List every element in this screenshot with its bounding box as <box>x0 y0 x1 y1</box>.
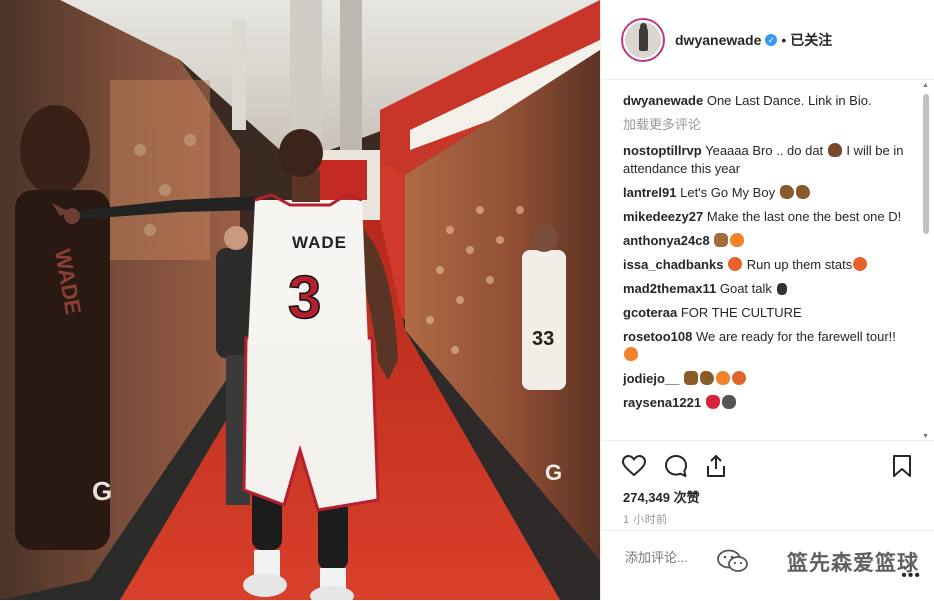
comment-text: Run up them stats <box>746 257 853 272</box>
caption-text: One Last Dance. Link in Bio. <box>706 93 872 108</box>
comment-item: lantrel91 Let's Go My Boy <box>623 184 913 202</box>
post-photo[interactable]: 33 G WADE G WADE 3 <box>0 0 600 600</box>
scroll-up-arrow-icon[interactable]: ▲ <box>922 82 929 89</box>
add-comment-bar: 篮先森爱篮球 ••• <box>601 530 934 601</box>
muscle-emoji-icon <box>779 185 794 199</box>
fire-emoji-icon <box>730 233 745 247</box>
follow-status-button[interactable]: 已关注 <box>790 30 832 50</box>
more-options-icon[interactable]: ••• <box>901 567 921 585</box>
header-username[interactable]: dwyanewade <box>675 32 761 48</box>
comment-item: rosetoo108 We are ready for the farewell… <box>623 328 913 364</box>
caption: dwyanewade One Last Dance. Link in Bio. <box>623 92 913 110</box>
bookmark-icon[interactable] <box>889 453 915 479</box>
avatar-figure-body <box>639 26 648 51</box>
basketball-emoji-icon <box>728 257 743 271</box>
comment-username[interactable]: anthonya24c8 <box>623 233 710 248</box>
comment-username[interactable]: issa_chadbanks <box>623 257 723 272</box>
share-upload-icon[interactable] <box>703 453 729 479</box>
poop-emoji-icon <box>827 143 842 157</box>
wechat-logo-icon <box>717 549 748 572</box>
comment-username[interactable]: gcoteraa <box>623 305 677 320</box>
fist-emoji-icon <box>714 233 729 247</box>
scrollbar-thumb[interactable] <box>923 94 929 234</box>
mural-number-33: 33 <box>532 328 554 350</box>
gorilla-emoji-icon <box>721 395 736 409</box>
comment-text: Yeaaaa Bro .. do dat <box>705 143 824 158</box>
fire-emoji-icon <box>624 347 638 361</box>
comments-scrollbar[interactable]: ▲ ▼ <box>922 82 930 440</box>
heart-emoji-icon <box>705 395 720 409</box>
caption-username[interactable]: dwyanewade <box>623 93 703 108</box>
speaking-head-emoji-icon <box>776 283 787 295</box>
comment-item: raysena1221 <box>623 394 913 412</box>
comment-username[interactable]: raysena1221 <box>623 395 701 410</box>
comment-username[interactable]: mikedeezy27 <box>623 209 703 224</box>
comments-list[interactable]: dwyanewade One Last Dance. Link in Bio. … <box>623 92 913 440</box>
basketball-emoji-icon <box>853 257 868 271</box>
like-count[interactable]: 274,349 次赞 <box>623 487 700 506</box>
wall-logo-right: G <box>545 460 562 485</box>
heart-outline-icon[interactable] <box>621 453 647 479</box>
wall-logo-left: G <box>92 476 112 506</box>
comment-username[interactable]: mad2themax11 <box>623 281 716 296</box>
comment-item: gcoteraa FOR THE CULTURE <box>623 304 913 322</box>
avatar-image <box>625 21 661 58</box>
comment-text: We are ready for the farewell tour!! <box>696 329 896 344</box>
comment-item: jodiejo__ <box>623 370 913 388</box>
wade-tunnel-photo: 33 G WADE G WADE 3 <box>0 0 600 600</box>
comment-item: mad2themax11 Goat talk <box>623 280 913 298</box>
post-header: dwyanewade ✓ • 已关注 <box>601 0 934 80</box>
fire-emoji-icon <box>715 371 730 385</box>
comment-username[interactable]: jodiejo__ <box>623 371 679 386</box>
scroll-down-arrow-icon[interactable]: ▼ <box>922 433 929 440</box>
jersey-name: WADE <box>292 233 347 252</box>
comment-bubble-icon[interactable] <box>663 453 689 479</box>
post-detail-panel: dwyanewade ✓ • 已关注 dwyanewade One Last D… <box>600 0 934 600</box>
basketball-emoji-icon <box>731 371 746 385</box>
comment-item: issa_chadbanks Run up them stats <box>623 256 913 274</box>
comment-username[interactable]: rosetoo108 <box>623 329 692 344</box>
verified-badge-icon: ✓ <box>765 33 778 46</box>
load-more-comments-link[interactable]: 加载更多评论 <box>623 116 913 134</box>
comment-text: Make the last one the best one D! <box>706 209 902 224</box>
muscle-emoji-icon <box>699 371 714 385</box>
jersey-number: 3 <box>288 264 321 331</box>
comment-item: anthonya24c8 <box>623 232 913 250</box>
avatar[interactable] <box>621 17 665 62</box>
comment-username[interactable]: lantrel91 <box>623 185 676 200</box>
comment-item: nostoptillrvp Yeaaaa Bro .. do dat I wil… <box>623 142 913 178</box>
header-separator-dot: • <box>781 31 787 48</box>
raised-hands-emoji-icon <box>683 371 698 385</box>
comment-text: Goat talk <box>719 281 772 296</box>
comment-text: Let's Go My Boy <box>680 185 776 200</box>
comment-username[interactable]: nostoptillrvp <box>623 143 702 158</box>
comment-item: mikedeezy27 Make the last one the best o… <box>623 208 913 226</box>
watermark-text: 篮先森爱篮球 <box>787 551 919 575</box>
comment-text: FOR THE CULTURE <box>680 305 802 320</box>
post-timestamp[interactable]: 1 小时前 <box>623 511 668 527</box>
muscle-emoji-icon <box>795 185 810 199</box>
